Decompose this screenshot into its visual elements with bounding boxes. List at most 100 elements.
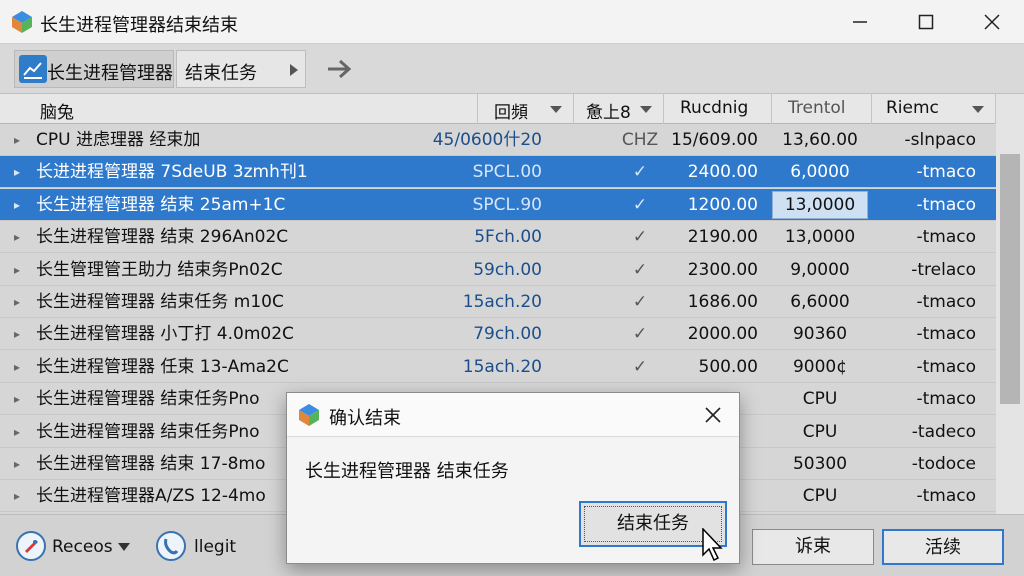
tab-end-task[interactable]: 结束任务	[176, 50, 306, 88]
mouse-cursor-icon	[702, 528, 723, 562]
table-header: 脑兔 回頻 惫上8 Rucdnig Trentol Riemc	[0, 94, 996, 124]
col-header-label: 回頻	[494, 103, 528, 123]
sort-down-icon	[550, 106, 562, 113]
process-frequency: 79ch.00	[473, 324, 542, 345]
process-trend: 6,6000	[790, 292, 850, 312]
process-running: 2000.00	[687, 324, 758, 345]
process-remote: -slnpaco	[904, 130, 976, 150]
col-header-label: 脑兔	[40, 103, 74, 123]
expand-arrow-icon[interactable]: ▸	[14, 448, 30, 480]
expand-arrow-icon[interactable]: ▸	[14, 351, 30, 383]
dialog-close-button[interactable]	[697, 399, 729, 431]
expand-arrow-icon[interactable]: ▸	[14, 254, 30, 286]
sort-down-icon	[640, 106, 652, 113]
process-trend: CPU	[802, 389, 838, 410]
expand-arrow-icon[interactable]: ▸	[14, 383, 30, 415]
tab-end-task-label: 结束任务	[185, 63, 257, 84]
chart-icon	[19, 55, 47, 83]
scrollbar-thumb[interactable]	[1000, 154, 1020, 404]
process-name: 长生进程管理器 结束 296An02C	[36, 227, 289, 248]
process-frequency: 15ach.20	[462, 292, 542, 312]
process-frequency: 45/0600什20	[432, 130, 542, 150]
col-header-status[interactable]: 惫上8	[574, 94, 664, 124]
cancel-button[interactable]: 诉束	[752, 529, 874, 565]
process-trend: CPU	[802, 421, 838, 442]
col-header-label: Trentol	[788, 98, 846, 118]
col-header-trend[interactable]: Trentol	[772, 94, 872, 124]
table-row[interactable]: ▸ 长生进程管理器 结束任务 m10C 15ach.20 ✓ 1686.00 6,6000…	[0, 286, 996, 318]
col-header-label: 惫上8	[586, 103, 631, 123]
process-remote: -todoce	[911, 454, 976, 474]
process-remote: -trelaco	[911, 259, 976, 280]
rocket-icon[interactable]	[16, 531, 46, 561]
close-icon	[705, 407, 721, 423]
table-row[interactable]: ▸ CPU 进虑理器 经束加 45/0600什20 CHZ 15/609.00 13,60…	[0, 124, 996, 156]
table-row[interactable]: ▸ 长生进程管理器 小丁打 4.0m02C 79ch.00 ✓ 2000.00 90360…	[0, 318, 996, 351]
process-trend: 50300	[792, 454, 848, 474]
process-running: 2190.00	[687, 227, 758, 248]
process-frequency: 15ach.20	[462, 356, 542, 377]
col-header-running[interactable]: Rucdnig	[664, 94, 772, 124]
process-name: 长生进程管理器 结束任务 m10C	[36, 292, 284, 312]
process-remote: -tmaco	[916, 194, 976, 215]
expand-arrow-icon[interactable]: ▸	[14, 480, 30, 512]
process-remote: -tmaco	[916, 162, 976, 183]
table-row[interactable]: ▸ 长进进程管理器 7SdeUB 3zmh刊1 SPCL.00 ✓ 2400.00 6,0…	[0, 156, 996, 189]
col-header-label: Rucdnig	[680, 98, 749, 118]
vertical-scrollbar[interactable]	[996, 94, 1024, 514]
expand-arrow-icon[interactable]: ▸	[14, 221, 30, 253]
title-bar: 长生进程管理器结束结束	[0, 0, 1024, 44]
process-frequency: 5Fch.00	[474, 227, 542, 248]
process-running: 1686.00	[687, 292, 758, 312]
dialog-title-bar: 确认结束	[287, 393, 739, 437]
close-button[interactable]	[962, 0, 1022, 44]
process-name: CPU 进虑理器 经束加	[36, 130, 201, 150]
col-header-remote[interactable]: Riemc	[872, 94, 996, 124]
table-row[interactable]: ▸ 长生管理管王助力 结束务Pn02C 59ch.00 ✓ 2300.00 9,0000-…	[0, 254, 996, 286]
expand-arrow-icon[interactable]: ▸	[14, 124, 30, 156]
process-running: 2400.00	[687, 162, 758, 183]
sort-down-icon	[972, 106, 984, 113]
app-tab[interactable]: 长生进程管理器	[14, 50, 174, 88]
process-remote: -tadeco	[911, 421, 976, 442]
process-name: 长进进程管理器 7SdeUB 3zmh刊1	[36, 162, 308, 183]
process-trend: 13,60.00	[782, 130, 858, 150]
process-frequency: SPCL.00	[472, 162, 542, 183]
table-row[interactable]: ▸ 长生进程管理器 结束 296An02C 5Fch.00 ✓ 2190.00 13,00…	[0, 221, 996, 254]
process-running: 500.00	[698, 356, 758, 377]
chevron-right-icon	[290, 64, 298, 76]
process-remote: -tmaco	[916, 356, 976, 377]
process-name: 长生管理管王助力 结束务Pn02C	[36, 259, 283, 280]
process-frequency: SPCL.90	[472, 194, 542, 215]
phone-icon[interactable]	[156, 531, 186, 561]
minimize-button[interactable]	[830, 0, 890, 44]
app-icon	[299, 404, 319, 426]
process-running: 2300.00	[687, 259, 758, 280]
process-remote: -tmaco	[916, 292, 976, 312]
expand-arrow-icon[interactable]: ▸	[14, 416, 30, 448]
expand-arrow-icon[interactable]: ▸	[14, 189, 30, 221]
arrow-right-icon[interactable]	[326, 56, 354, 82]
process-trend: 13,0000	[784, 227, 856, 248]
minimize-icon	[853, 21, 867, 23]
col-header-name[interactable]: 脑兔	[0, 94, 478, 124]
process-trend: CPU	[802, 486, 838, 507]
maximize-button[interactable]	[896, 0, 956, 44]
table-row[interactable]: ▸ 长生进程管理器 任束 13-Ama2C 15ach.20 ✓ 500.00 9000¢…	[0, 351, 996, 383]
status-left-label[interactable]: Receos	[52, 537, 113, 557]
status-mid-label[interactable]: llegit	[194, 537, 236, 557]
col-header-label: Riemc	[886, 98, 939, 118]
expand-arrow-icon[interactable]: ▸	[14, 286, 30, 318]
process-trend: 13,0000	[772, 190, 868, 219]
col-header-frequency[interactable]: 回頻	[478, 94, 574, 124]
caret-down-icon[interactable]	[118, 543, 130, 553]
process-remote: -tmaco	[916, 227, 976, 248]
expand-arrow-icon[interactable]: ▸	[14, 318, 30, 350]
continue-button[interactable]: 活续	[882, 529, 1004, 565]
process-name: 长生进程管理器 小丁打 4.0m02C	[36, 324, 294, 345]
process-running: 1200.00	[687, 194, 758, 215]
expand-arrow-icon[interactable]: ▸	[14, 156, 30, 188]
table-row[interactable]: ▸ 长生进程管理器 结束 25am+1C SPCL.90 ✓ 1200.00 13,000…	[0, 188, 996, 221]
process-running: 15/609.00	[671, 130, 758, 150]
dialog-message: 长生进程管理器 结束任务	[305, 461, 509, 482]
